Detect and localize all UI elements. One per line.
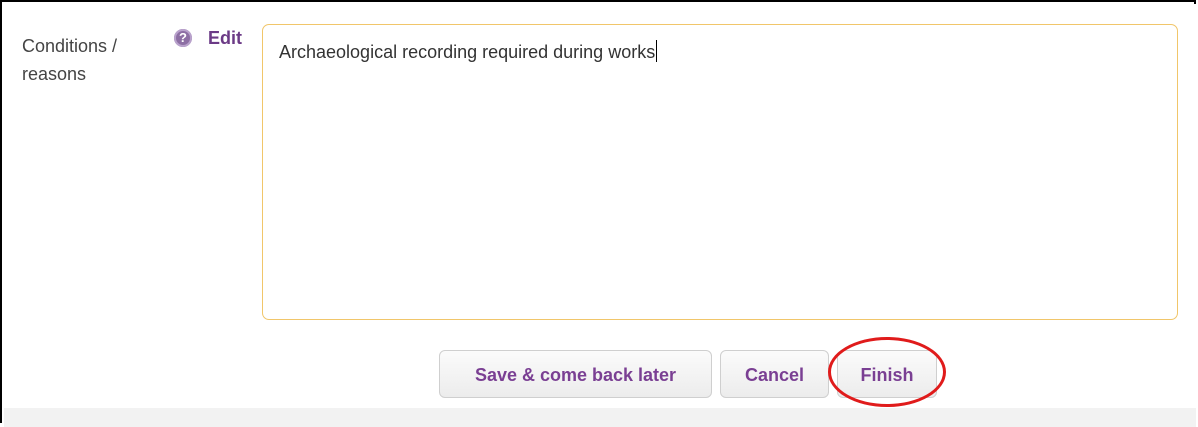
textarea-text: Archaeological recording required during… bbox=[279, 42, 656, 62]
conditions-label: Conditions / reasons bbox=[22, 36, 118, 84]
help-icon[interactable]: ? bbox=[174, 29, 192, 47]
finish-button[interactable]: Finish bbox=[837, 350, 937, 398]
conditions-textarea[interactable]: Archaeological recording required during… bbox=[262, 24, 1178, 320]
cancel-button[interactable]: Cancel bbox=[720, 350, 829, 398]
edit-link[interactable]: Edit bbox=[208, 26, 242, 50]
panel-footer-strip bbox=[4, 408, 1196, 427]
text-caret bbox=[656, 40, 658, 62]
save-come-back-later-button[interactable]: Save & come back later bbox=[439, 350, 712, 398]
